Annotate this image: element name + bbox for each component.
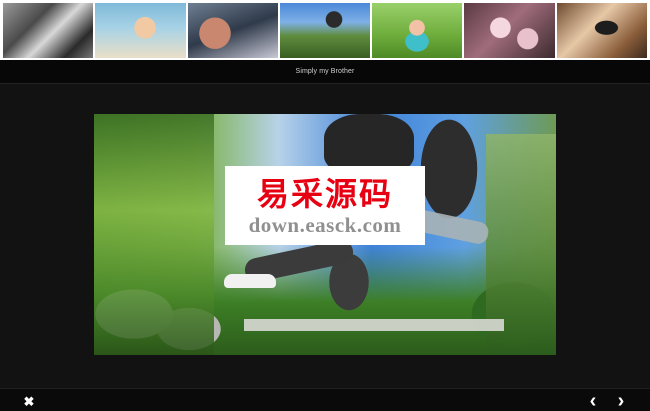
chevron-right-icon[interactable]: ›: [613, 391, 629, 411]
lightbox-gallery: Simply my Brother 易采源码 down.easck.com ✖ …: [0, 0, 650, 411]
main-photo: 易采源码 down.easck.com: [94, 114, 556, 355]
thumbnail-1[interactable]: [3, 3, 94, 58]
watermark-chinese: 易采源码: [256, 174, 393, 213]
chevron-left-icon[interactable]: ‹: [585, 391, 601, 411]
thumbnail-5[interactable]: [372, 3, 463, 58]
thumbnail-3[interactable]: [187, 3, 278, 58]
thumbnail-7[interactable]: [556, 3, 647, 58]
thumbnail-6[interactable]: [464, 3, 555, 58]
close-icon[interactable]: ✖: [21, 393, 37, 409]
photo-caption: Simply my Brother: [295, 68, 355, 75]
photo-jumper: [324, 114, 414, 174]
watermark-url: down.easck.com: [248, 212, 402, 237]
photo-trees-left: [94, 114, 214, 355]
thumbnail-4[interactable]: [279, 3, 371, 58]
photo-shoe: [224, 274, 276, 288]
watermark-logo: 易采源码 down.easck.com: [225, 166, 425, 245]
photo-stage: 易采源码 down.easck.com: [0, 85, 650, 387]
photo-fence: [244, 319, 504, 331]
thumbnail-2[interactable]: [95, 3, 186, 58]
thumbnail-strip: [0, 0, 650, 60]
controls-bar: ✖ ‹ ›: [0, 388, 650, 411]
caption-bar: Simply my Brother: [0, 60, 650, 84]
